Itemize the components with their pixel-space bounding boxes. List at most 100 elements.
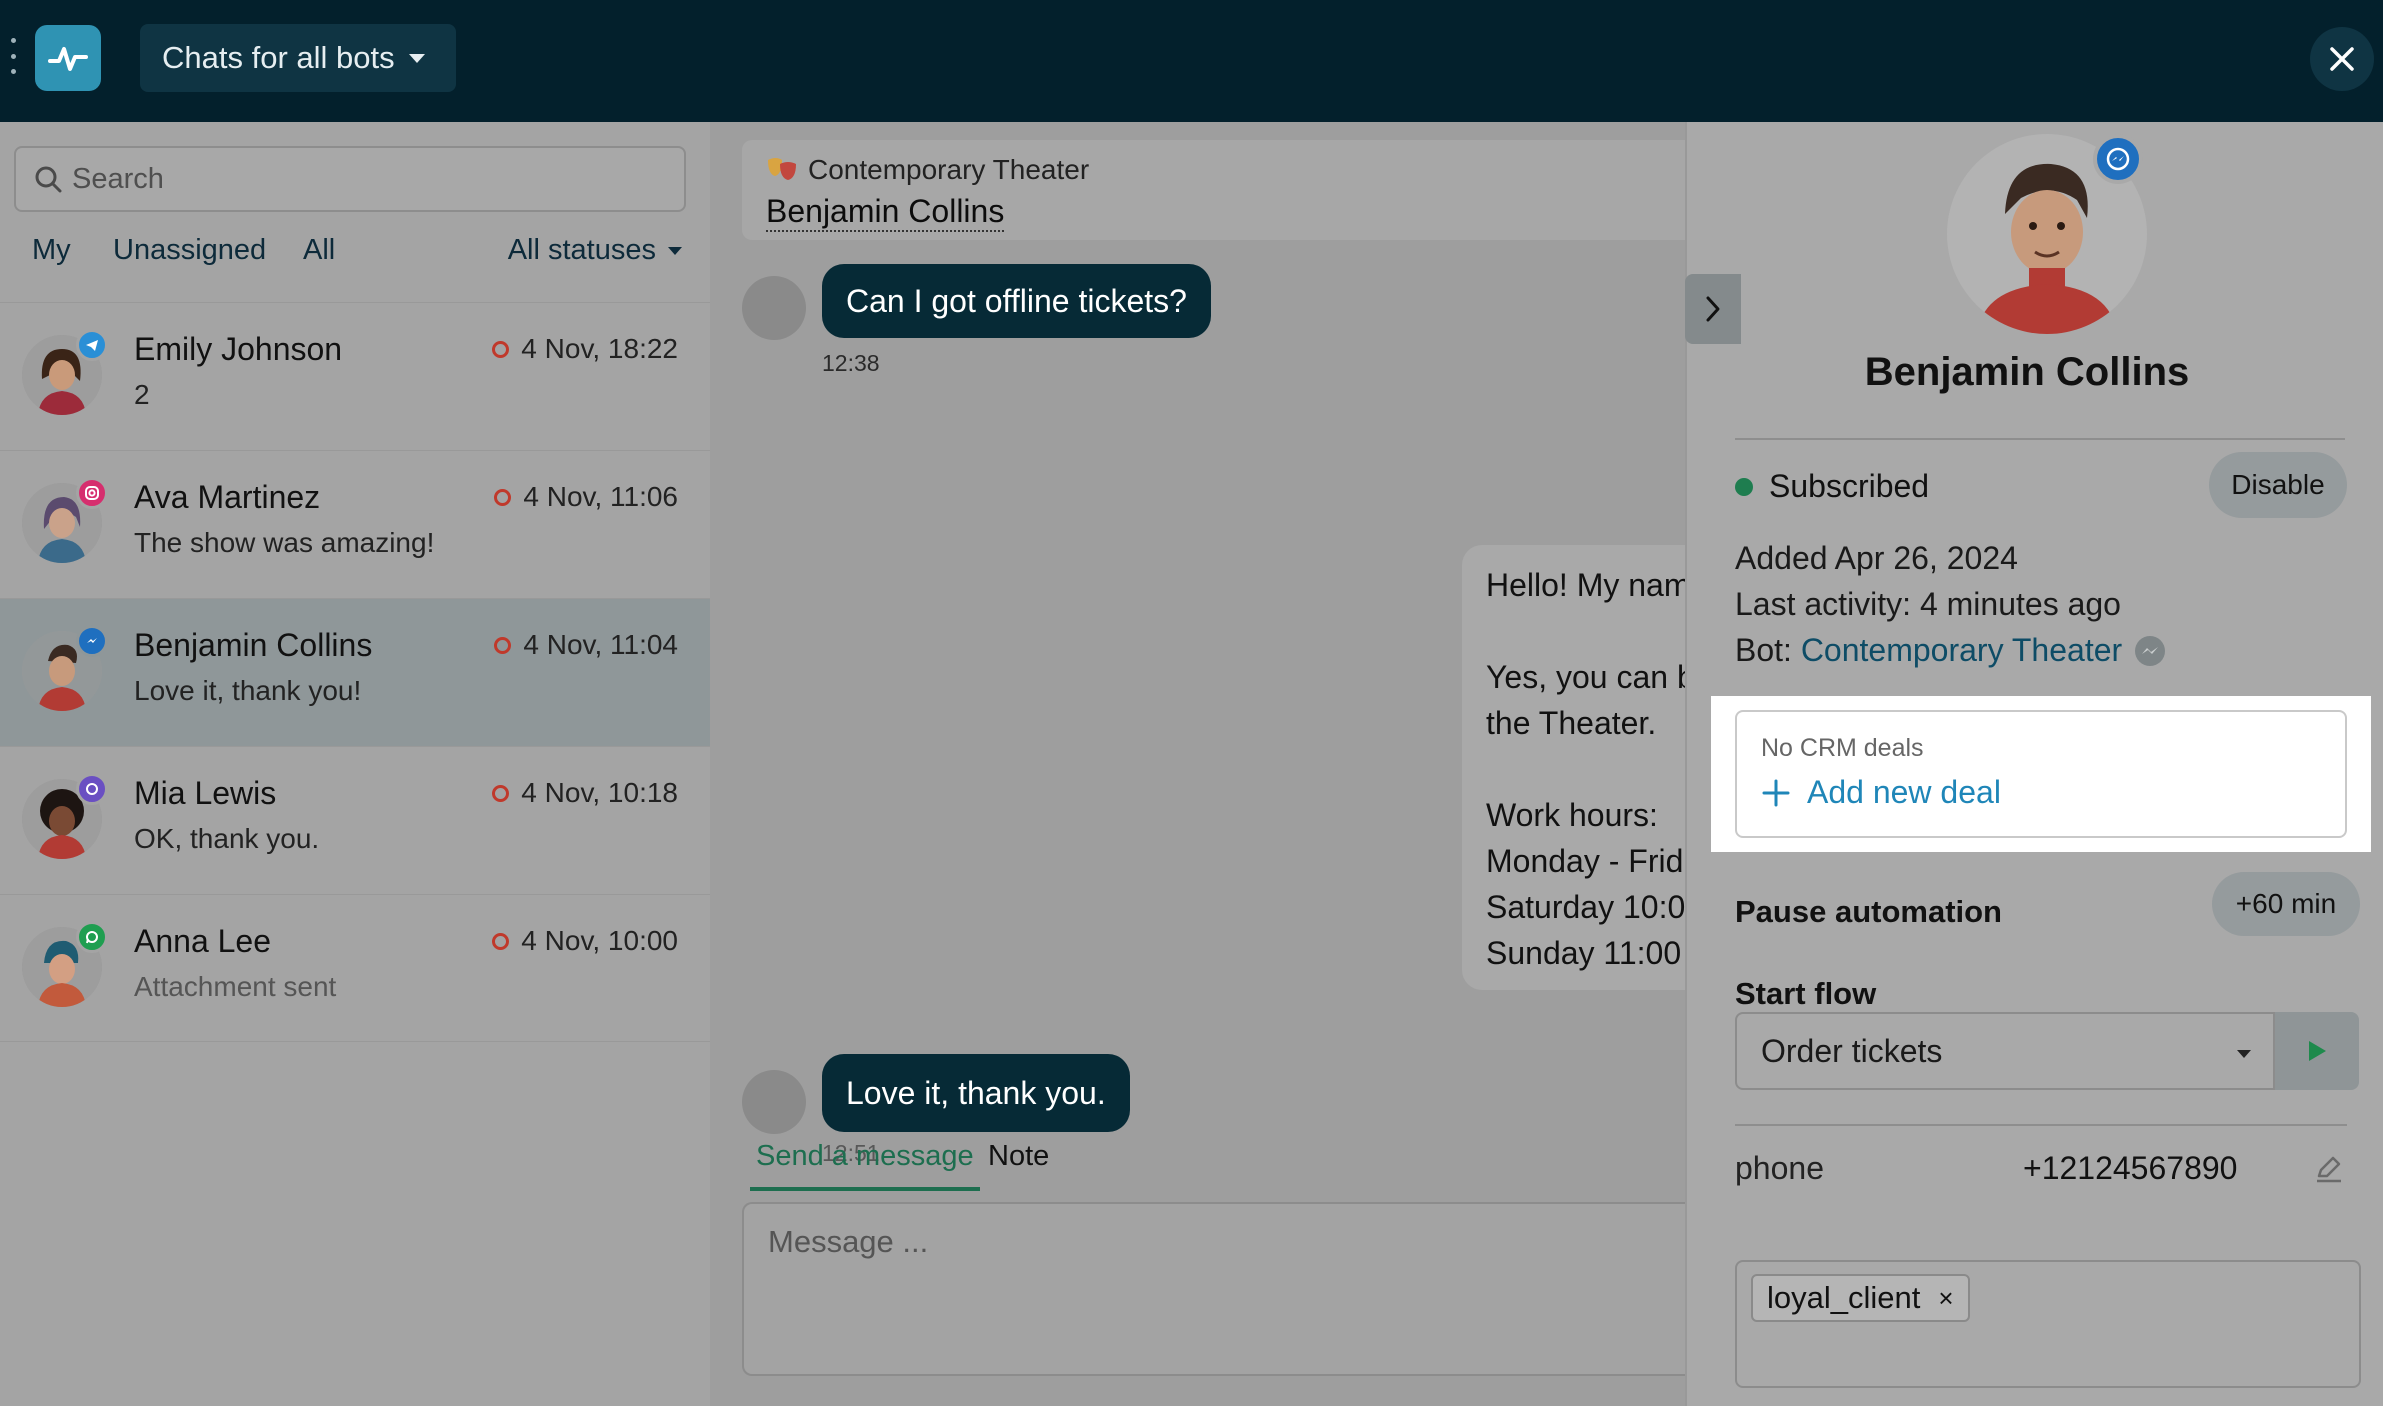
reply-line: Monday - Frid [1486,843,1684,879]
pulse-icon [48,47,88,71]
chat-list-item-active[interactable]: Benjamin Collins Love it, thank you! 4 N… [0,598,710,746]
chat-preview: OK, thank you. [134,823,320,854]
start-flow-button[interactable] [2275,1012,2359,1090]
bot-info: Bot: Contemporary Theater [1735,632,2166,669]
chevron-right-icon [1706,296,1720,322]
filter-my[interactable]: My [32,234,71,267]
reply-line: Work hours: [1486,797,1658,833]
top-bar: Chats for all bots [0,0,2383,122]
bot-prefix: Bot: [1735,632,1801,668]
outgoing-message: Hello! My nam Yes, you can b the Theater… [1462,545,1702,990]
chat-contact-name: Mia Lewis [134,775,277,811]
crm-deals-section: No CRM deals Add new deal [1711,696,2371,852]
chat-list-item[interactable]: Anna Lee Attachment sent 4 Nov, 10:00 [0,894,710,1042]
status-ring-icon [492,784,510,802]
chat-contact-name: Anna Lee [134,923,272,959]
status-ring-icon [492,932,510,950]
conversation-header: Contemporary Theater Benjamin Collins [742,140,1687,240]
reply-line: Saturday 10:0 [1486,889,1686,925]
instagram-icon [76,477,108,509]
bot-link[interactable]: Contemporary Theater [1801,632,2122,669]
chat-time-text: 4 Nov, 10:00 [521,925,678,956]
bot-selector-dropdown[interactable]: Chats for all bots [140,24,456,92]
sender-avatar [742,1070,806,1134]
divider [1735,1124,2347,1126]
conversation-bot: Contemporary Theater [766,154,1089,186]
avatar [22,773,108,859]
status-dot [1735,478,1753,496]
subscription-status: Subscribed [1769,468,1930,504]
chat-timestamp: 4 Nov, 10:00 [492,925,678,957]
incoming-message: Can I got offline tickets? [822,264,1211,338]
avatar [22,477,108,563]
flow-select-dropdown[interactable]: Order tickets [1735,1012,2275,1090]
add-new-deal-label: Add new deal [1807,774,2001,810]
chat-timestamp: 4 Nov, 18:22 [492,333,678,365]
tag-label: loyal_client [1767,1280,1921,1315]
tags-input[interactable]: loyal_client × [1735,1260,2361,1388]
message-composer [742,1202,1687,1376]
close-button[interactable] [2310,27,2374,91]
messenger-icon [2093,134,2143,184]
start-flow-title: Start flow [1735,976,1877,1011]
chat-timestamp: 4 Nov, 11:06 [494,481,678,513]
search-input[interactable] [72,162,652,196]
phone-field-label: phone [1735,1150,1824,1186]
avatar [22,625,108,711]
added-date: Added Apr 26, 2024 [1735,540,2018,576]
search-box[interactable] [14,146,686,212]
conversation-bot-name: Contemporary Theater [808,154,1090,185]
chat-list-item[interactable]: Emily Johnson 2 4 Nov, 18:22 [0,302,710,450]
viber-icon [76,773,108,805]
chat-list-item[interactable]: Ava Martinez The show was amazing! 4 Nov… [0,450,710,598]
subscription-row: Subscribed Disable [1735,452,2347,518]
reply-line: Hello! My nam [1486,567,1691,603]
chevron-down-icon [2237,1050,2251,1058]
status-filter-dropdown[interactable]: All statuses [508,234,682,267]
reply-line: the Theater. [1486,705,1657,741]
conversation-panel: Contemporary Theater Benjamin Collins Ca… [710,122,1741,1406]
reply-line: Sunday 11:00 [1486,935,1682,971]
status-filter-label: All statuses [507,234,656,266]
chat-time-text: 4 Nov, 18:22 [521,333,678,364]
chat-preview: 2 [134,379,150,410]
search-icon [35,166,62,193]
chat-preview: Love it, thank you! [134,675,362,706]
message-input[interactable] [768,1224,1663,1354]
more-menu-icon[interactable] [8,38,18,74]
tab-send-message[interactable]: Send a message [750,1140,980,1191]
chevron-down-icon [408,53,425,63]
collapse-panel-button[interactable] [1685,274,1741,344]
chat-contact-name: Emily Johnson [134,331,343,367]
plus-icon [1762,779,1790,806]
chat-list-item[interactable]: Mia Lewis OK, thank you. 4 Nov, 10:18 [0,746,710,894]
chat-list: Emily Johnson 2 4 Nov, 18:22 Ava Martine… [0,302,710,1042]
app-logo[interactable] [35,25,101,91]
theater-masks-icon [768,158,796,180]
messenger-icon [76,625,108,657]
crm-empty-label: No CRM deals [1761,734,1924,762]
add-new-deal-button[interactable]: Add new deal [1761,774,2001,811]
chat-timestamp: 4 Nov, 10:18 [492,777,678,809]
chevron-down-icon [668,246,682,255]
remove-tag-icon[interactable]: × [1938,1283,1953,1314]
last-activity: Last activity: 4 minutes ago [1735,586,2121,622]
chat-time-text: 4 Nov, 11:06 [523,481,678,512]
avatar [22,329,108,415]
close-icon [2330,47,2354,71]
pause-60-min-button[interactable]: +60 min [2212,872,2360,936]
conversation-user-name[interactable]: Benjamin Collins [766,192,1005,232]
divider [1735,438,2345,440]
status-ring-icon [492,340,510,358]
chat-list-panel: My Unassigned All All statuses Emily Joh… [0,122,710,1406]
profile-name: Benjamin Collins [1864,350,2190,394]
filter-all[interactable]: All [303,234,335,267]
reply-line: Yes, you can b [1486,659,1695,695]
disable-button[interactable]: Disable [2209,452,2347,518]
tag-chip: loyal_client × [1751,1274,1970,1322]
edit-icon[interactable] [2313,1152,2345,1184]
tab-note[interactable]: Note [988,1140,1049,1173]
contact-details-panel: Benjamin Collins Subscribed Disable Adde… [1685,122,2383,1406]
status-ring-icon [494,488,512,506]
filter-unassigned[interactable]: Unassigned [113,234,266,267]
